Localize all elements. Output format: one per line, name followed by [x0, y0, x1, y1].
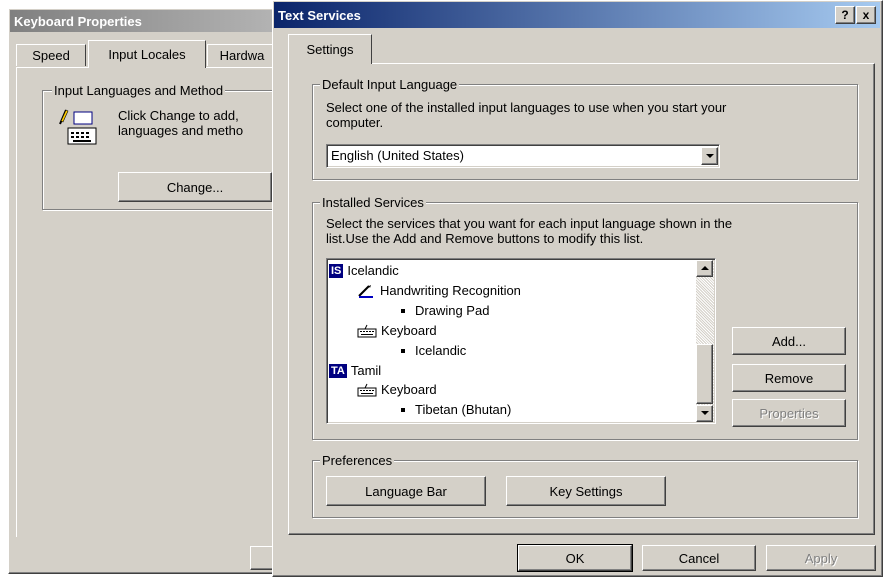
default-language-description-line2: computer.	[326, 115, 384, 130]
keyboard-description-line1: Click Change to add,	[118, 108, 239, 123]
tree-item-icelandic[interactable]: IS Icelandic	[329, 261, 399, 280]
tab-speed[interactable]: Speed	[16, 44, 86, 66]
installed-services-description-line1: Select the services that you want for ea…	[326, 216, 733, 231]
tree-item-tamil[interactable]: TA Tamil	[329, 361, 381, 380]
dropdown-button[interactable]	[701, 147, 718, 165]
tree-item-drawing-pad[interactable]: Drawing Pad	[401, 301, 489, 320]
keyboard-properties-title-bar[interactable]: Keyboard Properties	[10, 10, 300, 32]
tree-content: IS Icelandic Handwriting Recognition Dra…	[329, 261, 695, 421]
scroll-up-button[interactable]	[696, 260, 713, 277]
help-button[interactable]: ?	[835, 6, 855, 24]
apply-button[interactable]: Apply	[766, 545, 876, 571]
close-button[interactable]: x	[856, 6, 876, 24]
language-badge: IS	[329, 263, 344, 278]
keyboard-description-line2: languages and metho	[118, 123, 244, 138]
ok-button[interactable]: OK	[517, 544, 633, 572]
installed-services-tree[interactable]: IS Icelandic Handwriting Recognition Dra…	[326, 258, 716, 424]
properties-button[interactable]: Properties	[732, 399, 846, 427]
installed-services-description-line2: list.Use the Add and Remove buttons to m…	[326, 231, 644, 246]
change-button[interactable]: Change...	[118, 172, 272, 202]
scroll-thumb[interactable]	[696, 344, 713, 404]
cancel-button[interactable]: Cancel	[642, 545, 756, 571]
default-language-description-line1: Select one of the installed input langua…	[326, 100, 727, 115]
tree-item-keyboard-icelandic[interactable]: Keyboard	[357, 321, 437, 340]
add-button[interactable]: Add...	[732, 327, 846, 355]
close-icon: x	[862, 8, 870, 22]
key-settings-button[interactable]: Key Settings	[506, 476, 666, 506]
chevron-up-icon	[700, 266, 709, 270]
keyboard-icon	[58, 108, 102, 148]
default-input-language-title: Default Input Language	[320, 77, 460, 92]
keyboard-icon	[357, 383, 377, 396]
tree-item-tibetan-bhutan[interactable]: Tibetan (Bhutan)	[401, 400, 511, 419]
tree-item-icelandic-layout[interactable]: Icelandic	[401, 341, 466, 360]
chevron-down-icon	[705, 153, 714, 158]
language-badge: TA	[329, 363, 347, 378]
chevron-down-icon	[700, 411, 709, 415]
tree-item-keyboard-tamil[interactable]: Keyboard	[357, 380, 437, 399]
bullet-icon	[401, 348, 405, 353]
tree-scrollbar[interactable]	[696, 260, 714, 422]
bullet-icon	[401, 407, 405, 412]
keyboard-icon	[357, 324, 377, 337]
tab-settings[interactable]: Settings	[288, 34, 372, 64]
pen-icon	[358, 284, 373, 298]
text-services-title-bar[interactable]: Text Services	[274, 2, 880, 28]
preferences-title: Preferences	[320, 453, 395, 468]
language-bar-button[interactable]: Language Bar	[326, 476, 486, 506]
tab-hardware[interactable]: Hardwa	[207, 44, 277, 66]
tree-item-handwriting[interactable]: Handwriting Recognition	[357, 281, 521, 300]
tab-input-locales[interactable]: Input Locales	[88, 40, 206, 68]
remove-button[interactable]: Remove	[732, 364, 846, 392]
installed-services-title: Installed Services	[320, 195, 426, 210]
bullet-icon	[401, 308, 405, 313]
scroll-down-button[interactable]	[696, 405, 713, 422]
input-languages-group-title: Input Languages and Method	[52, 83, 226, 98]
text-services-title: Text Services	[278, 7, 361, 23]
keyboard-properties-title: Keyboard Properties	[14, 13, 142, 29]
default-language-select[interactable]: English (United States)	[326, 144, 720, 168]
default-language-value: English (United States)	[331, 148, 464, 163]
